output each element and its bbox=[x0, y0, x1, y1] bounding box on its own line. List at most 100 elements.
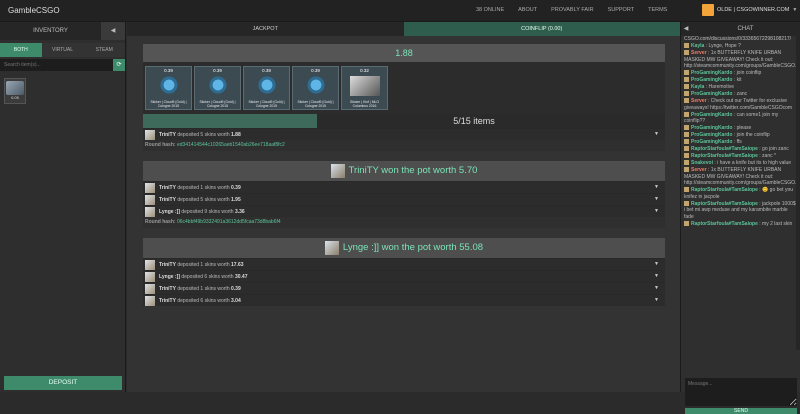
item-progress: 5/15 items bbox=[143, 114, 665, 128]
cloud9-sticker-image bbox=[252, 76, 282, 96]
avatar bbox=[330, 164, 345, 178]
pot-skin[interactable]: 0.39 Sticker | Cloud9 (Gold) | Cologne 20… bbox=[194, 66, 241, 110]
user-icon bbox=[684, 43, 689, 49]
chat-scrollbar[interactable] bbox=[796, 36, 800, 350]
avatar bbox=[702, 4, 714, 16]
nav-terms[interactable]: TERMS bbox=[648, 7, 667, 13]
server-icon bbox=[684, 50, 689, 56]
avatar bbox=[145, 283, 155, 294]
avatar bbox=[324, 241, 339, 255]
chevron-down-icon[interactable]: ▼ bbox=[654, 208, 659, 214]
inventory-filters: BOTH VIRTUAL STEAM bbox=[0, 43, 126, 57]
chevron-down-icon[interactable]: ▼ bbox=[654, 131, 659, 137]
pot-skins: 0.39 Sticker | Cloud9 (Gold) | Cologne 20… bbox=[143, 62, 665, 112]
user-name: OLDE | CSGOWINNER.COM bbox=[717, 7, 790, 13]
collapse-left-icon[interactable]: ◀ bbox=[101, 22, 125, 40]
chat-message: Server : Check out our Twitter for exclu… bbox=[684, 98, 793, 111]
user-icon bbox=[684, 146, 689, 152]
user-icon bbox=[684, 160, 689, 166]
user-menu[interactable]: OLDE | CSGOWINNER.COM ▼ bbox=[702, 4, 797, 16]
deposit-text: TriniTY deposited 5 skins worth 1.88 bbox=[159, 131, 241, 138]
deposit-row[interactable]: TriniTY deposited 1 skins worth 17.63 ▼ bbox=[143, 258, 665, 270]
deposit-text: Lynge :]] deposited 6 skins worth 30.47 bbox=[159, 273, 248, 280]
chevron-down-icon[interactable]: ▼ bbox=[654, 285, 659, 291]
deposit-row[interactable]: Lynge :]] deposited 9 skins worth 3.36 ▼ bbox=[143, 205, 665, 217]
chat-message: Snakevoi : i have a knife but its to hig… bbox=[684, 160, 796, 167]
nav-provably-fair[interactable]: PROVABLY FAIR bbox=[551, 7, 594, 13]
past-round: TriniTY won the pot worth 5.70 TriniTY d… bbox=[143, 161, 665, 228]
deposit-button[interactable]: DEPOSIT bbox=[4, 376, 122, 390]
user-icon bbox=[684, 187, 689, 193]
nav-about[interactable]: ABOUT bbox=[518, 7, 537, 13]
chevron-down-icon[interactable]: ▼ bbox=[654, 297, 659, 303]
filter-both[interactable]: BOTH bbox=[0, 43, 42, 57]
chevron-down-icon[interactable]: ▼ bbox=[654, 196, 659, 202]
tab-jackpot[interactable]: JACKPOT bbox=[127, 22, 404, 36]
server-icon bbox=[684, 98, 689, 104]
search-input[interactable] bbox=[0, 59, 113, 71]
chat-message: ProGamingKardo : kit bbox=[684, 77, 796, 84]
pot-skin[interactable]: 0.39 Sticker | Cloud9 (Gold) | Cologne 20… bbox=[292, 66, 339, 110]
avatar bbox=[145, 259, 155, 270]
brand-logo[interactable]: GambleCSGO bbox=[8, 6, 60, 15]
deposit-row[interactable]: TriniTY deposited 5 skins worth 1.88 ▼ bbox=[143, 128, 665, 140]
main-area: JACKPOT COINFLIP (0.00) 1.88 0.39 Sticker… bbox=[127, 22, 680, 392]
deposit-row[interactable]: TriniTY deposited 6 skins worth 3.04 ▼ bbox=[143, 294, 665, 306]
inventory-panel: INVENTORY ◀ BOTH VIRTUAL STEAM ⟳ 0.05 DE… bbox=[0, 22, 126, 392]
chevron-down-icon[interactable]: ▼ bbox=[654, 273, 659, 279]
deposit-text: Lynge :]] deposited 9 skins worth 3.36 bbox=[159, 208, 245, 215]
pot-skin[interactable]: 0.39 Sticker | Cloud9 (Gold) | Cologne 20… bbox=[145, 66, 192, 110]
inventory-search: ⟳ bbox=[0, 59, 125, 71]
current-round: 1.88 0.39 Sticker | Cloud9 (Gold) | Colog… bbox=[143, 44, 665, 151]
chat-message: ProGamingKardo : ffs bbox=[684, 139, 796, 146]
skin-price: 0.32 bbox=[360, 68, 369, 73]
filter-virtual[interactable]: VIRTUAL bbox=[41, 43, 84, 57]
chat-input[interactable] bbox=[685, 378, 797, 406]
winner-headline: Lynge :]] won the pot worth 55.08 bbox=[342, 242, 484, 253]
skin-name: Sticker | Kinf | MLG Columbus 2016 bbox=[349, 100, 380, 108]
user-icon bbox=[684, 77, 689, 83]
nav-support[interactable]: SUPPORT bbox=[608, 7, 635, 13]
avatar bbox=[145, 206, 155, 217]
chat-title: CHAT bbox=[737, 26, 754, 32]
user-icon bbox=[684, 200, 689, 206]
deposit-text: TriniTY deposited 1 skins worth 0.39 bbox=[159, 285, 241, 292]
pot-value: 1.88 bbox=[143, 44, 665, 62]
inventory-item[interactable]: 0.05 bbox=[4, 78, 26, 104]
user-icon bbox=[684, 132, 689, 138]
chevron-down-icon: ▼ bbox=[792, 7, 798, 13]
deposit-row[interactable]: TriniTY deposited 1 skins worth 0.39 ▼ bbox=[143, 181, 665, 193]
chat-message: RaptorStarfoula#TamSaiope : my 2 last sk… bbox=[684, 221, 796, 228]
chat-message: ProGamingKardo : zanc bbox=[684, 91, 796, 98]
deposit-row[interactable]: Lynge :]] deposited 6 skins worth 30.47 … bbox=[143, 270, 665, 282]
cloud9-sticker-image bbox=[301, 76, 331, 96]
skin-price: 0.39 bbox=[164, 68, 173, 73]
inventory-title: INVENTORY bbox=[33, 28, 68, 34]
deposit-row[interactable]: TriniTY deposited 5 skins worth 1.95 ▼ bbox=[143, 193, 665, 205]
skin-name: Sticker | Cloud9 (Gold) | Cologne 2015 bbox=[150, 100, 187, 108]
deposit-text: TriniTY deposited 1 skins worth 17.63 bbox=[159, 261, 244, 268]
deposit-text: TriniTY deposited 6 skins worth 3.04 bbox=[159, 297, 241, 304]
pot-skin[interactable]: 0.39 Sticker | Cloud9 (Gold) | Cologne 20… bbox=[243, 66, 290, 110]
skin-price: 0.39 bbox=[311, 68, 320, 73]
top-bar: GambleCSGO 38 ONLINE ABOUT PROVABLY FAIR… bbox=[0, 0, 800, 22]
chevron-down-icon[interactable]: ▼ bbox=[654, 184, 659, 190]
refresh-icon[interactable]: ⟳ bbox=[113, 59, 125, 71]
chat-log: CSGO.com/discussions/0/33365672298108217… bbox=[684, 36, 796, 350]
user-icon bbox=[684, 91, 689, 97]
collapse-chat-icon[interactable]: ◀ bbox=[681, 22, 691, 36]
progress-label: 5/15 items bbox=[453, 116, 495, 126]
round-hash: Round hash: ed341414544c10265aeb1540ab26… bbox=[143, 140, 665, 151]
deposit-row[interactable]: TriniTY deposited 1 skins worth 0.39 ▼ bbox=[143, 282, 665, 294]
filter-steam[interactable]: STEAM bbox=[83, 43, 126, 57]
chat-header: ◀ CHAT bbox=[681, 22, 800, 36]
skin-price: 0.39 bbox=[213, 68, 222, 73]
send-button[interactable]: SEND bbox=[685, 408, 797, 414]
winner-banner: Lynge :]] won the pot worth 55.08 bbox=[143, 238, 665, 258]
online-count: 38 ONLINE bbox=[476, 7, 505, 13]
tab-coinflip[interactable]: COINFLIP (0.00) bbox=[403, 22, 680, 36]
pot-skin[interactable]: 0.32 Sticker | Kinf | MLG Columbus 2016 bbox=[341, 66, 388, 110]
chat-message: Server : 1x BUTTERFLY KNIFE URBAN MASKED… bbox=[684, 50, 796, 69]
avatar bbox=[145, 194, 155, 205]
chevron-down-icon[interactable]: ▼ bbox=[654, 261, 659, 267]
